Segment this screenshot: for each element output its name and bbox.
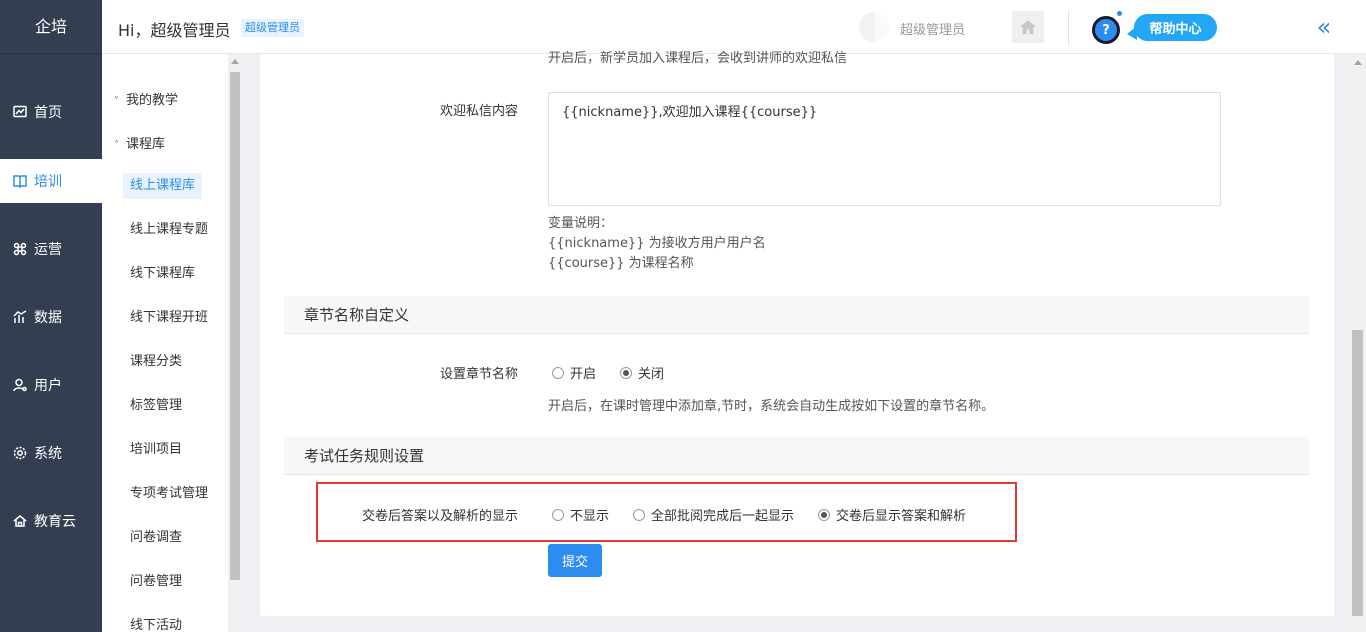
chevron-up-icon: ˄ (114, 140, 119, 151)
submenu-item-survey[interactable]: 问卷调查 (130, 525, 182, 551)
submenu-item-online-topics[interactable]: 线上课程专题 (130, 217, 208, 243)
submenu-scrollbar[interactable] (228, 54, 242, 632)
section-chapter-title: 章节名称自定义 (284, 296, 1309, 334)
submenu-item-offline-classes[interactable]: 线下课程开班 (130, 305, 208, 331)
nav-item-label: 教育云 (34, 514, 76, 530)
submenu-item-course-category[interactable]: 课程分类 (130, 349, 182, 375)
nav-item-label: 系统 (34, 446, 62, 462)
radio-answer-after-submit[interactable]: 交卷后显示答案和解析 (818, 505, 966, 524)
nav-item-label: 用户 (34, 378, 62, 394)
nav-item-training[interactable]: 培训 (0, 159, 102, 203)
cloud-icon (12, 513, 28, 529)
header-divider (1068, 10, 1069, 46)
main-scrollbar-thumb[interactable] (1352, 330, 1363, 616)
role-badge: 超级管理员 (241, 19, 304, 37)
radio-dot (552, 366, 564, 379)
chapter-name-radio-group: 开启 关闭 (552, 363, 688, 382)
submenu-item-training-projects[interactable]: 培训项目 (130, 437, 182, 463)
nav-item-label: 数据 (34, 310, 62, 326)
variables-title: 变量说明： (548, 216, 614, 231)
help-center-button[interactable]: 帮助中心 (1134, 14, 1217, 41)
variable-course-desc: {{course}} 为课程名称 (548, 256, 694, 271)
submenu-item-questionnaire[interactable]: 问卷管理 (130, 569, 182, 595)
submenu-item-online-courses[interactable]: 线上课程库 (123, 173, 203, 199)
training-icon (12, 173, 28, 189)
help-dot (1117, 11, 1122, 16)
radio-answer-after-grading[interactable]: 全部批阅完成后一起显示 (633, 505, 794, 524)
nav-item-edu-cloud[interactable]: 教育云 (0, 499, 102, 543)
dashboard-icon (12, 104, 28, 120)
submenu-item-special-exams[interactable]: 专项考试管理 (130, 481, 208, 507)
nav-item-label: 运营 (34, 242, 62, 258)
answer-display-label: 交卷后答案以及解析的显示 (361, 509, 518, 524)
nav-item-label: 培训 (34, 174, 62, 190)
main-scrollbar[interactable] (1349, 54, 1366, 632)
brand-logo: 企培 (0, 0, 102, 54)
submit-button[interactable]: 提交 (548, 544, 602, 577)
answer-display-radio-group: 不显示 全部批阅完成后一起显示 交卷后显示答案和解析 (552, 505, 990, 524)
submenu-item-offline-activities[interactable]: 线下活动 (130, 613, 182, 632)
submenu-item-offline-courses[interactable]: 线下课程库 (130, 261, 195, 287)
top-header: Hi，超级管理员 超级管理员 超级管理员 ? 帮助中心 « (102, 0, 1366, 54)
admin-name[interactable]: 超级管理员 (900, 19, 965, 38)
training-submenu: ˅ 我的教学 ˄ 课程库 线上课程库 线上课程专题 线下课程库 线下课程开班 课程分… (102, 54, 228, 632)
variable-nickname-desc: {{nickname}} 为接收方用户用户名 (548, 236, 766, 251)
nav-item-data[interactable]: 数据 (0, 295, 102, 339)
nav-item-system[interactable]: 系统 (0, 431, 102, 475)
submenu-item-tag-management[interactable]: 标签管理 (130, 393, 182, 419)
radio-dot (633, 508, 646, 521)
user-icon (12, 377, 28, 393)
nav-item-users[interactable]: 用户 (0, 363, 102, 407)
chart-icon (12, 309, 28, 325)
chapter-name-label: 设置章节名称 (439, 367, 518, 382)
radio-dot-selected (620, 366, 633, 379)
radio-dot-selected (818, 508, 831, 521)
radio-chapter-off[interactable]: 关闭 (620, 363, 664, 382)
welcome-message-hint: 开启后，新学员加入课程后，会收到讲师的欢迎私信 (548, 51, 848, 66)
scroll-up-arrow-icon[interactable] (1354, 60, 1362, 65)
welcome-message-label: 欢迎私信内容 (439, 104, 518, 119)
nav-item-operations[interactable]: 运营 (0, 227, 102, 271)
nav-item-home[interactable]: 首页 (0, 90, 102, 134)
radio-answer-hide[interactable]: 不显示 (552, 505, 609, 524)
submenu-scrollbar-thumb[interactable] (230, 72, 240, 580)
home-icon (1020, 20, 1036, 34)
help-question-icon[interactable]: ? (1092, 16, 1120, 44)
chevron-down-icon: ˅ (114, 96, 119, 107)
submenu-group-my-teaching[interactable]: ˅ 我的教学 (114, 89, 178, 108)
collapse-sidebar-icon[interactable]: « (1312, 13, 1336, 41)
command-icon (12, 241, 28, 257)
settings-icon (12, 445, 28, 461)
welcome-message-textarea[interactable]: {{nickname}},欢迎加入课程{{course}} (548, 92, 1221, 206)
submenu-group-course-library[interactable]: ˄ 课程库 (114, 133, 165, 152)
section-exam-rules-title: 考试任务规则设置 (284, 437, 1309, 475)
greeting: Hi，超级管理员 (118, 21, 231, 40)
scroll-up-arrow-icon[interactable] (231, 59, 239, 64)
avatar[interactable] (859, 12, 889, 42)
chapter-name-hint: 开启后，在课时管理中添加章,节时，系统会自动生成按如下设置的章节名称。 (548, 399, 995, 414)
home-button[interactable] (1012, 11, 1044, 43)
settings-card: 开启后，新学员加入课程后，会收到讲师的欢迎私信 欢迎私信内容 {{nicknam… (260, 51, 1334, 616)
radio-dot (552, 508, 564, 521)
nav-item-label: 首页 (34, 105, 62, 121)
radio-chapter-on[interactable]: 开启 (552, 363, 596, 382)
main-nav: 企培 首页 培训 运营 数据 用户 系统 教育云 (0, 0, 102, 632)
